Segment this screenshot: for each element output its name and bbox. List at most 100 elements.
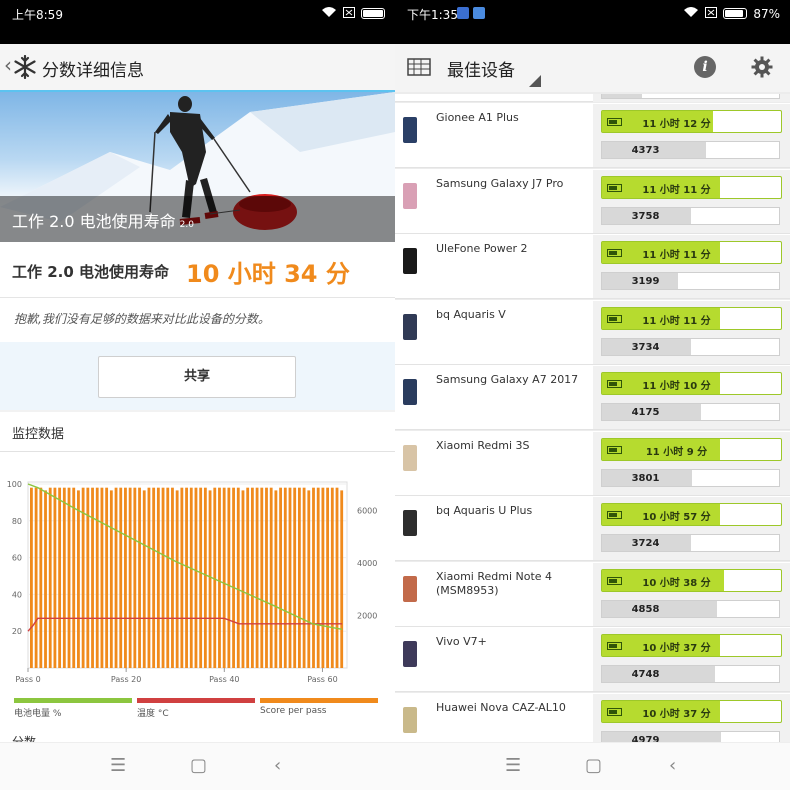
phone-thumbnail: [403, 575, 417, 602]
score-bar: 4373: [601, 141, 780, 159]
device-row[interactable]: Xiaomi Redmi 3S 11 小时 9 分 3801: [395, 430, 790, 496]
score-bar: [152, 487, 156, 668]
menu-icon[interactable]: ☰: [110, 755, 126, 776]
menu-icon[interactable]: ☰: [505, 755, 521, 776]
home-icon[interactable]: ▢: [190, 755, 207, 776]
x-tick-label: Pass 20: [111, 675, 141, 684]
score-bar: [335, 487, 339, 668]
status-time: 上午8:59: [12, 8, 63, 22]
legend-score: Score per pass: [260, 698, 378, 716]
score-bar: [312, 487, 315, 668]
score-value: 3724: [631, 538, 660, 549]
hero-image: 工作 2.0 电池使用寿命 2.0: [0, 92, 395, 242]
battery-time-value: 10 小时 57 分: [642, 512, 711, 523]
y-left-tick-label: 80: [12, 517, 22, 526]
score-bar: [171, 487, 174, 668]
sim-missing-icon: [705, 6, 718, 21]
score-value: 4175: [631, 407, 660, 418]
score-bar: [95, 487, 99, 668]
nav-bar: ☰ ▢ ‹: [395, 742, 790, 790]
score-bar: [30, 487, 33, 668]
phone-thumbnail: [403, 510, 417, 536]
score-bar: [133, 487, 137, 668]
score-value: 3734: [631, 341, 660, 353]
share-button[interactable]: 共享: [98, 356, 296, 398]
battery-time-bar: 11 小时 11 分: [601, 241, 782, 264]
list-menu-icon[interactable]: [407, 58, 431, 80]
battery-time-value: 10 小时 37 分: [642, 708, 711, 720]
score-bar: 3758: [601, 206, 780, 225]
battery-time-bar: 10 小时 37 分: [601, 699, 782, 723]
battery-time-bar: 10 小时 57 分: [601, 503, 782, 526]
score-bar: [302, 487, 306, 668]
left-screen: 上午8:59 ‹ 分数详细信息 工作 2.0 电池使用寿命 2.0 工作 2.0…: [0, 0, 395, 790]
battery-icon: [723, 8, 748, 19]
phone-thumbnail: [403, 641, 417, 667]
dropdown-triangle-icon[interactable]: [529, 72, 541, 91]
score-bar: [67, 487, 71, 668]
device-row[interactable]: UleFone Power 2 11 小时 11 分 3199: [395, 234, 790, 299]
phone-thumbnail: [403, 117, 417, 143]
score-bar: [114, 487, 118, 668]
score-bar: [330, 487, 334, 668]
score-bar: 4858: [601, 599, 780, 618]
device-list: Gionee A1 Plus 11 小时 12 分 4373 Samsung Gala…: [395, 94, 790, 742]
device-name: Samsung Galaxy A7 2017: [436, 373, 579, 386]
score-bar: [72, 487, 76, 668]
device-row[interactable]: Vivo V7+ 10 小时 37 分 4748: [395, 627, 790, 692]
score-bar: [241, 490, 245, 668]
score-bar: [232, 487, 235, 668]
score-value: 4858: [631, 603, 660, 615]
back-chevron-icon[interactable]: ‹: [4, 53, 12, 77]
legend-temperature: 温度 °C: [137, 698, 255, 719]
score-bar: [53, 487, 57, 668]
device-row[interactable]: Samsung Galaxy A7 2017 11 小时 10 分 4175: [395, 365, 790, 430]
score-bar: [218, 487, 221, 668]
monitor-chart: 100 80 60 40 20 6000 4000 2000 Pass 0 Pass 20 Pass…: [7, 480, 378, 684]
score-bar: [288, 487, 292, 668]
phone-thumbnail: [403, 248, 417, 274]
score-bar: 4979: [601, 730, 780, 742]
score-bar: [227, 487, 231, 668]
device-name: bq Aquaris V: [436, 307, 506, 321]
score-bar: 4748: [601, 665, 780, 683]
score-bar: [48, 487, 52, 668]
score-bar: [199, 487, 203, 668]
back-icon[interactable]: ‹: [274, 755, 281, 776]
score-bar: [274, 490, 278, 668]
device-row[interactable]: Gionee A1 Plus 11 小时 12 分 4373: [395, 103, 790, 168]
score-bar: [203, 487, 207, 668]
score-bar: [109, 490, 113, 668]
battery-time-value: 10 小时 38 分: [642, 577, 711, 589]
score-bar: [189, 487, 193, 668]
legend-battery: 电池电量 %: [14, 698, 132, 719]
score-bar: [297, 487, 301, 668]
snowflake-icon: [13, 54, 37, 83]
x-tick-label: Pass 0: [15, 675, 40, 684]
score-bar: [340, 490, 344, 668]
device-row[interactable]: Huawei Nova CAZ-AL10 10 小时 37 分 4979: [395, 692, 790, 742]
score-value: 4373: [631, 145, 660, 156]
page-title[interactable]: 最佳设备: [447, 56, 515, 81]
score-bar: [283, 487, 287, 668]
device-row[interactable]: Samsung Galaxy J7 Pro 11 小时 11 分 3758: [395, 168, 790, 234]
device-row[interactable]: bq Aquaris U Plus 10 小时 57 分 3724: [395, 496, 790, 561]
phone-thumbnail: [403, 182, 417, 209]
monitor-chart-panel: 100 80 60 40 20 6000 4000 2000 Pass 0 Pass 20 Pass…: [0, 452, 395, 749]
score-value: 3199: [631, 276, 660, 287]
home-icon[interactable]: ▢: [585, 755, 602, 776]
device-row[interactable]: bq Aquaris V 11 小时 11 分 3734: [395, 299, 790, 365]
score-bar: [265, 487, 268, 668]
score-bar: [175, 490, 179, 668]
info-icon[interactable]: i: [694, 56, 716, 78]
score-bar: [326, 487, 330, 668]
back-icon[interactable]: ‹: [669, 755, 676, 776]
notification-icon: [457, 7, 469, 19]
battery-time-value: 11 小时 11 分: [642, 250, 711, 261]
score-bar: [279, 487, 282, 668]
gear-icon[interactable]: [751, 56, 773, 82]
score-bar: [213, 487, 217, 668]
score-bar: [180, 487, 184, 668]
score-label: 工作 2.0 电池使用寿命: [12, 263, 170, 281]
device-row[interactable]: Xiaomi Redmi Note 4 (MSM8953) 10 小时 38 分 4…: [395, 561, 790, 627]
